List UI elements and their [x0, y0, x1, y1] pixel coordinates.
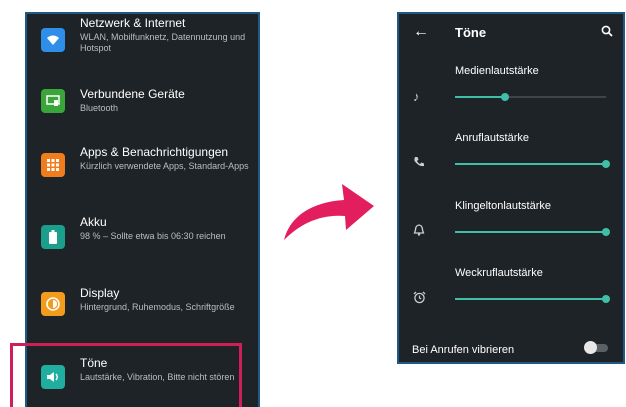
settings-item-network[interactable]: Netzwerk & Internet WLAN, Mobilfunknetz,…	[27, 16, 258, 66]
settings-item-title: Verbundene Geräte	[80, 87, 185, 101]
connected-devices-icon	[41, 89, 65, 113]
sound-settings-screen: ← Töne ♪ Medienlautstärke Anruflautstärk…	[397, 12, 625, 364]
app-bar: ← Töne	[399, 14, 623, 52]
slider-thumb[interactable]	[602, 160, 610, 168]
alarm-clock-icon	[413, 291, 426, 307]
curved-arrow-icon	[284, 184, 374, 240]
settings-item-subtitle: WLAN, Mobilfunknetz, Datennutzung und Ho…	[80, 32, 246, 53]
volume-row-ringtone: Klingeltonlautstärke	[399, 200, 623, 260]
volume-label: Weckruflautstärke	[455, 267, 543, 279]
volume-slider[interactable]	[455, 228, 610, 236]
settings-item-title: Netzwerk & Internet	[80, 16, 186, 30]
page-title: Töne	[455, 25, 487, 40]
volume-slider[interactable]	[455, 93, 606, 101]
settings-item-battery[interactable]: Akku 98 % – Sollte etwa bis 06:30 reiche…	[27, 215, 258, 265]
settings-item-title: Apps & Benachrichtigungen	[80, 145, 229, 159]
slider-fill	[455, 163, 606, 165]
slider-thumb[interactable]	[602, 228, 610, 236]
slider-thumb[interactable]	[500, 93, 509, 101]
volume-label: Klingeltonlautstärke	[455, 200, 552, 212]
display-brightness-icon	[41, 292, 65, 316]
volume-row-alarm: Weckruflautstärke	[399, 267, 623, 327]
settings-item-apps[interactable]: Apps & Benachrichtigungen Kürzlich verwe…	[27, 145, 258, 195]
settings-item-connected-devices[interactable]: Verbundene Geräte Bluetooth	[27, 87, 258, 127]
volume-label: Medienlautstärke	[455, 65, 539, 77]
volume-label: Anruflautstärke	[455, 132, 529, 144]
settings-item-subtitle: 98 % – Sollte etwa bis 06:30 reichen	[80, 231, 226, 241]
settings-item-subtitle: Kürzlich verwendete Apps, Standard-Apps	[80, 161, 249, 171]
settings-item-subtitle: Hintergrund, Ruhemodus, Schriftgröße	[80, 302, 235, 312]
settings-item-subtitle: Bluetooth	[80, 103, 119, 113]
slider-fill	[455, 231, 606, 233]
settings-item-display[interactable]: Display Hintergrund, Ruhemodus, Schriftg…	[27, 286, 258, 336]
bell-icon	[413, 224, 425, 239]
toggle-thumb	[584, 341, 597, 354]
back-arrow-icon[interactable]: ←	[413, 23, 429, 41]
wifi-icon	[41, 28, 65, 52]
vibrate-on-call-label: Bei Anrufen vibrieren	[412, 344, 515, 356]
phone-icon	[413, 156, 425, 171]
vibrate-on-call-toggle[interactable]	[584, 339, 610, 357]
slider-fill	[455, 298, 606, 300]
highlight-frame	[10, 343, 242, 407]
volume-slider[interactable]	[455, 160, 610, 168]
slider-fill	[455, 96, 505, 98]
search-icon[interactable]	[601, 24, 613, 42]
settings-item-title: Display	[80, 286, 120, 300]
volume-row-media: ♪ Medienlautstärke	[399, 65, 623, 125]
slider-thumb[interactable]	[602, 295, 610, 303]
music-note-icon: ♪	[413, 89, 420, 104]
settings-item-title: Akku	[80, 215, 107, 229]
battery-icon	[41, 225, 65, 249]
volume-slider[interactable]	[455, 295, 610, 303]
volume-row-call: Anruflautstärke	[399, 132, 623, 192]
apps-grid-icon	[41, 153, 65, 177]
